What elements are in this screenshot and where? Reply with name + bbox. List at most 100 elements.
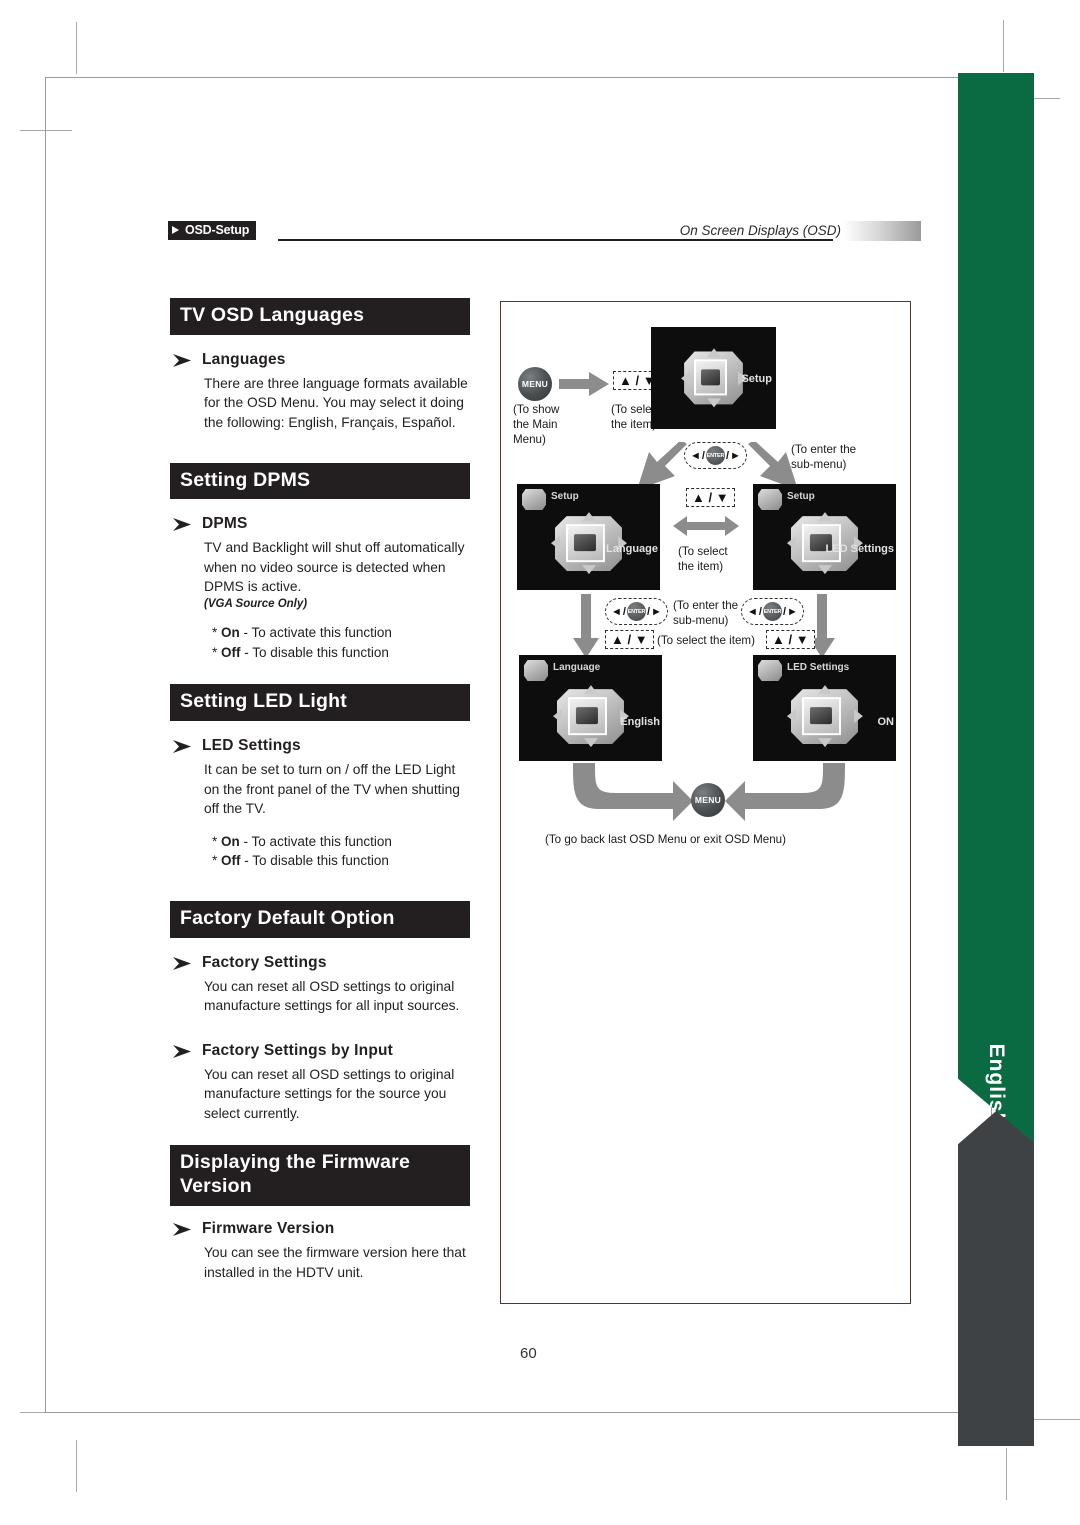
- slash-2: /: [782, 605, 787, 618]
- chevron-up-icon: [706, 348, 721, 358]
- header-rule: [278, 239, 833, 241]
- updown-button-icon-4: ▲ / ▼: [766, 630, 815, 649]
- osd-screen-english: Language English: [519, 655, 662, 761]
- arrow-right-icon-1: [559, 372, 609, 401]
- option-item: * Off - To disable this function: [212, 643, 470, 663]
- arrow-bullet-icon: [172, 1222, 194, 1238]
- section-heading-dpms: Setting DPMS: [170, 462, 470, 500]
- osd-cube-highlight: [802, 696, 841, 735]
- option-text: - To activate this function: [243, 625, 392, 641]
- arrow-left-right-icon: [673, 515, 739, 542]
- chevron-left-icon: [786, 536, 796, 551]
- slash-1: /: [701, 449, 705, 462]
- option-text: - To disable this function: [244, 853, 389, 869]
- enter-round-icon: ENTER: [762, 602, 782, 621]
- arrow-curve-left-icon: [569, 763, 693, 826]
- right-arrow-glyph: ►: [787, 605, 798, 618]
- crop-mark-tl-v: [76, 22, 77, 74]
- osd-navigation-diagram: MENU ▲ / ▼ (To show the Main Menu) (To s…: [500, 301, 911, 1304]
- subsection-body: You can see the firmware version here th…: [204, 1245, 466, 1280]
- subsection-body: You can reset all OSD settings to origin…: [204, 978, 460, 1014]
- chevron-down-icon: [817, 738, 832, 748]
- osd-screen-label: ON: [877, 716, 895, 729]
- osd-screen-label: Language: [606, 543, 658, 556]
- subsection-title: DPMS: [202, 515, 248, 533]
- subsection-dpms: DPMS TV and Backlight will shut off auto…: [170, 515, 470, 662]
- crop-mark-br-h: [1032, 1419, 1080, 1420]
- option-marker: *: [212, 644, 218, 660]
- option-list-led: * On - To activate this function * Off -…: [202, 832, 470, 871]
- breadcrumb-osd-setup: OSD-Setup: [168, 221, 257, 240]
- arrow-down-icon-right: [809, 594, 835, 663]
- osd-carousel: [550, 684, 630, 750]
- enter-button-icon-1: ◄ / ENTER / ►: [684, 442, 747, 469]
- left-content-column: TV OSD Languages Languages There are thr…: [170, 298, 470, 1282]
- menu-button-icon-1: MENU: [518, 367, 552, 401]
- caption-select-item-2: (To select the item): [678, 545, 728, 574]
- crop-mark-br-v: [1006, 1448, 1007, 1500]
- osd-corner-label: Setup: [551, 491, 579, 502]
- subsection-led-settings: LED Settings It can be set to turn on / …: [170, 737, 470, 871]
- osd-corner-icon: [522, 489, 546, 510]
- subsection-firmware-version: Firmware Version You can see the firmwar…: [170, 1220, 470, 1282]
- enter-round-icon: ENTER: [705, 446, 725, 465]
- subsection-factory-settings-by-input: Factory Settings by Input You can reset …: [170, 1042, 470, 1124]
- chevron-left-icon: [552, 709, 562, 724]
- caption-show-main-menu: (To show the Main Menu): [513, 403, 560, 447]
- osd-screen-on: LED Settings ON: [753, 655, 896, 761]
- updown-button-icon-3: ▲ / ▼: [605, 630, 654, 649]
- option-key: Off: [221, 644, 241, 660]
- slash-1: /: [758, 605, 762, 618]
- osd-screen-label: English: [620, 716, 660, 729]
- osd-screen-setup: Setup: [651, 327, 776, 429]
- caption-go-back: (To go back last OSD Menu or exit OSD Me…: [545, 833, 786, 846]
- osd-screen-language: Setup Language: [517, 484, 660, 590]
- option-text: - To activate this function: [243, 833, 392, 849]
- section-heading-factory-default: Factory Default Option: [170, 900, 470, 938]
- subsection-title: Factory Settings by Input: [202, 1041, 394, 1059]
- menu-button-icon-2: MENU: [691, 783, 725, 817]
- section-heading-firmware-version: Displaying the Firmware Version: [170, 1145, 470, 1207]
- left-arrow-glyph: ◄: [690, 449, 701, 462]
- chevron-down-icon: [817, 565, 832, 575]
- option-key: On: [221, 833, 240, 849]
- chevron-up-icon: [581, 512, 596, 522]
- subsection-title: LED Settings: [202, 736, 301, 754]
- osd-corner-label: Language: [553, 662, 601, 673]
- osd-corner-label: LED Settings: [787, 662, 850, 673]
- subsection-note: (VGA Source Only): [204, 598, 308, 611]
- option-item: * Off - To disable this function: [212, 851, 470, 871]
- osd-cube-highlight: [568, 696, 607, 735]
- arrow-down-icon-left: [573, 594, 599, 663]
- left-arrow-glyph: ◄: [611, 605, 622, 618]
- page-header: OSD-Setup On Screen Displays (OSD): [168, 219, 921, 249]
- arrow-bullet-icon: [172, 956, 194, 972]
- chevron-left-icon: [550, 536, 560, 551]
- option-item: * On - To activate this function: [212, 832, 470, 852]
- enter-round-icon: ENTER: [626, 602, 646, 621]
- left-arrow-glyph: ◄: [747, 605, 758, 618]
- section-heading-led-light: Setting LED Light: [170, 684, 470, 721]
- section-heading-languages: TV OSD Languages: [170, 298, 470, 335]
- arrow-bullet-icon: [172, 353, 194, 369]
- enter-button-icon-3: ◄ / ENTER / ►: [741, 598, 804, 625]
- subsection-body: There are three language formats availab…: [204, 375, 468, 430]
- osd-screen-label: Setup: [741, 372, 772, 385]
- osd-corner-icon: [524, 660, 548, 681]
- subsection-title: Firmware Version: [202, 1220, 335, 1238]
- option-key: Off: [221, 853, 241, 869]
- header-gradient-bar: [843, 221, 921, 241]
- chevron-right-icon: [853, 709, 863, 724]
- osd-corner-label: Setup: [787, 491, 815, 502]
- chevron-down-icon: [706, 398, 721, 408]
- option-item: * On - To activate this function: [212, 623, 470, 643]
- option-marker: *: [212, 625, 218, 641]
- chevron-left-icon: [680, 370, 690, 385]
- chevron-up-icon: [583, 685, 598, 695]
- osd-cube-highlight: [566, 523, 605, 562]
- page-number: 60: [520, 1345, 537, 1362]
- osd-cube-highlight: [693, 359, 728, 396]
- caption-select-item-3: (To select the item): [657, 634, 755, 647]
- osd-item-icon: [576, 707, 599, 724]
- arrow-bullet-icon: [172, 517, 194, 533]
